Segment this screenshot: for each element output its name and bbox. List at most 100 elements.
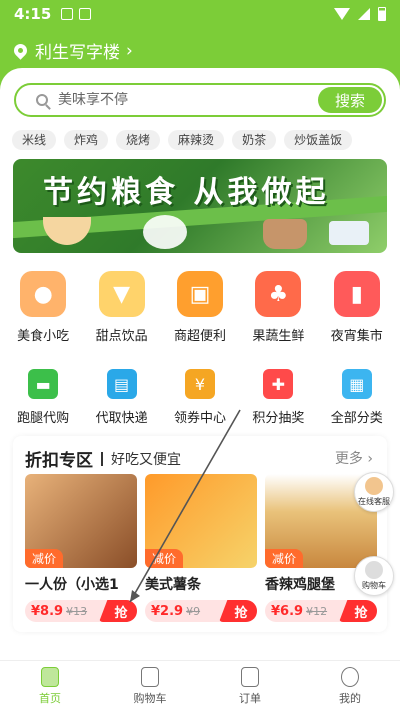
category-label: 跑腿代购 [17,411,70,426]
current-price: ¥6.9 [271,603,304,619]
hot-tag[interactable]: 烧烤 [116,130,161,150]
package-icon: ▤ [106,369,137,399]
coupon-icon: ¥ [184,369,215,399]
fries-icon: ▮ [333,271,380,317]
banner-badge-image [143,215,187,249]
category-label: 代取快递 [95,411,148,426]
search-bar: 搜索 [14,83,386,117]
search-button[interactable]: 搜索 [318,87,382,113]
category-parcel[interactable]: ▤ 代取快递 [86,355,158,445]
category-label: 夜宵集市 [330,329,383,344]
category-drinks[interactable]: ▼ 甜点饮品 [86,265,158,355]
noodle-bowl-image [43,217,91,245]
signal-icon [358,8,370,20]
cart-icon [141,666,159,687]
location-selector[interactable]: 利生写字楼 › [11,38,133,63]
tab-label: 我的 [339,691,361,705]
price-cut-tag: 减价 [265,549,304,568]
wifi-icon [334,8,350,20]
hot-tag[interactable]: 奶茶 [232,130,277,150]
original-price: ¥12 [306,604,328,618]
category-label: 全部分类 [330,411,383,426]
price-bar: ¥8.9 ¥13 抢 [25,600,137,622]
product-card[interactable]: 减价 美式薯条 ¥2.9 ¥9 抢 [145,474,257,622]
battery-icon [378,7,386,21]
category-row: ● 美食小吃 ▼ 甜点饮品 ▣ 商超便利 ♣ 果蔬生鲜 ▮ 夜宵集市 [0,265,400,355]
hot-tag[interactable]: 炒饭盖饭 [284,130,353,150]
rice-sack-image [263,219,307,249]
category-night-market[interactable]: ▮ 夜宵集市 [321,265,393,355]
tab-label: 购物车 [133,691,167,705]
hot-tag[interactable]: 米线 [12,130,57,150]
product-image: 减价 [25,474,137,568]
grab-button[interactable]: 抢 [219,600,257,622]
cart-label: 购物车 [362,581,386,590]
discount-title: 折扣专区 [25,451,93,471]
current-price: ¥8.9 [31,603,64,619]
location-pin-icon [11,41,30,60]
hot-tags: 米线 炸鸡 烧烤 麻辣烫 奶茶 炒饭盖饭 [12,130,353,150]
product-name: 一人份（小选1 [25,577,119,593]
food-icon: ● [20,271,67,317]
location-label: 利生写字楼 [35,43,120,63]
discount-section: 折扣专区 好吃又便宜 更多 › 减价 一人份（小选1 ¥8.9 ¥13 抢 减价… [13,436,387,632]
tab-cart[interactable]: 购物车 [100,661,200,711]
prize-bag-icon: ✚ [263,369,294,399]
floating-cart-button[interactable]: 购物车 [354,556,394,596]
hot-tag[interactable]: 炸鸡 [64,130,109,150]
price-cut-tag: 减价 [145,549,184,568]
image-notification-icon [61,8,74,20]
price-bar: ¥2.9 ¥9 抢 [145,600,257,622]
category-coupons[interactable]: ¥ 领券中心 [164,355,236,445]
category-convenience[interactable]: ▣ 商超便利 [164,265,236,355]
category-grid: ● 美食小吃 ▼ 甜点饮品 ▣ 商超便利 ♣ 果蔬生鲜 ▮ 夜宵集市 ▬ 跑腿代… [0,265,400,445]
category-errand[interactable]: ▬ 跑腿代购 [7,355,79,445]
product-image: 减价 [145,474,257,568]
service-avatar-icon [365,477,383,495]
category-label: 积分抽奖 [252,411,305,426]
tab-profile[interactable]: 我的 [300,661,400,711]
service-label: 在线客服 [358,497,390,506]
drink-icon: ▼ [98,271,145,317]
category-label: 商超便利 [173,329,226,344]
hot-tag[interactable]: 麻辣烫 [168,130,225,150]
grab-button[interactable]: 抢 [99,600,137,622]
cart-icon [365,561,383,579]
tab-orders[interactable]: 订单 [200,661,300,711]
category-label: 果蔬生鲜 [252,329,305,344]
home-icon [41,666,59,687]
tab-label: 订单 [239,691,261,705]
category-all[interactable]: ▦ 全部分类 [321,355,393,445]
banner-title: 节约粮食 从我做起 [43,175,330,210]
category-lottery[interactable]: ✚ 积分抽奖 [242,355,314,445]
tab-home[interactable]: 首页 [0,661,100,711]
search-input[interactable] [58,92,298,108]
price-cut-tag: 减价 [25,549,64,568]
customer-service-button[interactable]: 在线客服 [354,472,394,512]
shopping-bag-icon: ▣ [176,271,223,317]
plates-image [329,221,369,245]
status-bar: 4:15 [0,0,400,28]
chevron-right-icon: › [126,40,133,61]
category-label: 领券中心 [173,411,226,426]
product-name: 美式薯条 [145,577,201,593]
bottom-tab-bar: 首页 购物车 订单 我的 [0,660,400,711]
divider [101,451,103,466]
more-link[interactable]: 更多 › [335,448,373,468]
category-produce[interactable]: ♣ 果蔬生鲜 [242,265,314,355]
category-row: ▬ 跑腿代购 ▤ 代取快递 ¥ 领券中心 ✚ 积分抽奖 ▦ 全部分类 [0,355,400,445]
product-card[interactable]: 减价 一人份（小选1 ¥8.9 ¥13 抢 [25,474,137,622]
price-bar: ¥6.9 ¥12 抢 [265,600,377,622]
font-notification-icon [79,8,92,20]
original-price: ¥13 [66,604,88,618]
status-icons [334,7,386,21]
profile-icon [341,666,359,687]
promo-banner[interactable]: 节约粮食 从我做起 [13,159,387,253]
discount-subtitle: 好吃又便宜 [111,451,181,468]
vegetable-icon: ♣ [255,271,302,317]
original-price: ¥9 [186,604,201,618]
category-food[interactable]: ● 美食小吃 [7,265,79,355]
grab-button[interactable]: 抢 [339,600,377,622]
search-icon [36,94,48,106]
delivery-truck-icon: ▬ [28,369,59,399]
